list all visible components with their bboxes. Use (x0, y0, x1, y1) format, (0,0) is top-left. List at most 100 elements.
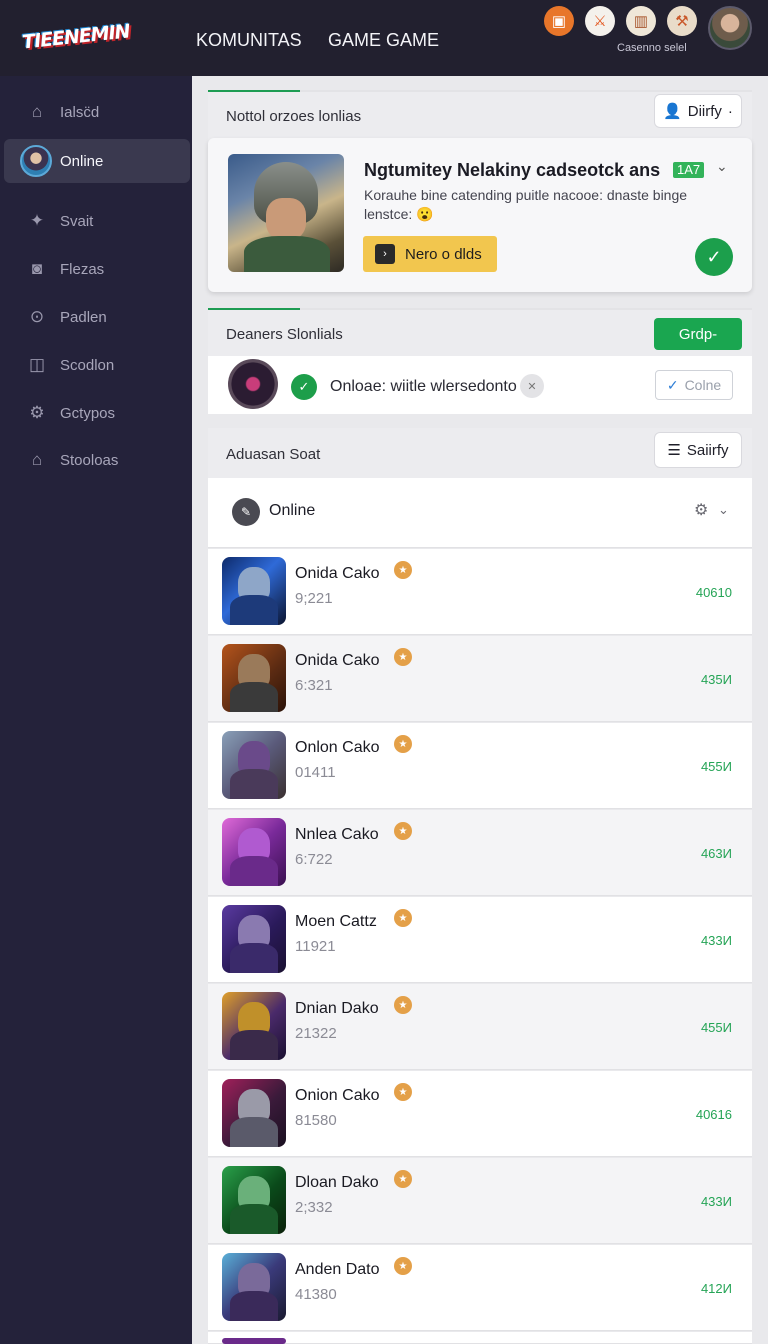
chevron-down-icon[interactable]: ⌄ (716, 158, 728, 175)
torso-shape (230, 1030, 278, 1060)
online-button[interactable]: ✓ Colne (655, 370, 733, 400)
house-icon: ⌂ (31, 450, 43, 469)
sidebar-item-home[interactable]: ⌂ Ialsc̈d (0, 90, 190, 134)
game-count: 6:321 (295, 677, 333, 694)
sidebar-item-online[interactable]: Online (4, 139, 190, 183)
section-accent (208, 90, 300, 92)
torso-shape (230, 682, 278, 712)
nav-komunitas[interactable]: KOMUNITAS (196, 30, 302, 51)
list-item[interactable]: Onlon Cako 01411 ★ 455И (208, 723, 752, 809)
game-thumbnail (222, 905, 286, 973)
torso-shape (230, 769, 278, 799)
dirty-button[interactable]: 👤 Diirfy · (654, 94, 742, 128)
game-score: 433И (700, 1194, 732, 1209)
armor-shape (244, 236, 330, 272)
medal-icon: ★ (394, 996, 412, 1014)
hammer-icon[interactable]: ⚒ (667, 6, 697, 36)
game-score: 463И (700, 846, 732, 861)
game-score: 40616 (695, 1107, 732, 1122)
game-thumbnail (222, 557, 286, 625)
game-count: 01411 (295, 764, 336, 781)
list-item[interactable]: Nnlea Cako 6:722 ★ 463И (208, 810, 752, 896)
brand-logo[interactable]: TIEENEMIN (14, 10, 130, 66)
friend-row[interactable]: ✓ Onloae: wiitle wlersedonto ✕ ✓ Colne (208, 356, 752, 414)
list-item-partial[interactable] (208, 1332, 752, 1344)
sidebar-item-gctypos[interactable]: ⚙ Gctypos (0, 391, 190, 435)
user-icon: 👤 (663, 103, 682, 120)
game-count: 9;221 (295, 590, 333, 607)
list-item[interactable]: Anden Dato 41380 ★ 412И (208, 1245, 752, 1331)
check-icon[interactable]: ✓ (695, 238, 733, 276)
sparkle-icon: ✦ (29, 211, 45, 230)
list-item[interactable]: Onion Cako 81580 ★ 40616 (208, 1071, 752, 1157)
game-count: 6:722 (295, 851, 333, 868)
sidebar-item-label: Online (60, 152, 104, 170)
game-thumbnail (222, 992, 286, 1060)
list-item[interactable]: Onida Cako 9;221 ★ 40610 (208, 549, 752, 635)
featured-card[interactable]: Ngtumitey Nelakiny cadseotck ans 1A7 ⌄ K… (208, 138, 752, 292)
list-filter-row[interactable]: ✎ Online ⚙ ⌄ (208, 478, 752, 548)
sidebar-item-stooloas[interactable]: ⌂ Stooloas (0, 438, 190, 482)
online-status-icon: ✓ (291, 374, 317, 400)
sidebar-item-svait[interactable]: ✦ Svait (0, 199, 190, 243)
game-count: 21322 (295, 1025, 337, 1042)
sidebar-item-label: Ialsc̈d (60, 103, 100, 121)
group-button[interactable]: Grdp- (654, 318, 742, 350)
sidebar-item-flezas[interactable]: ◙ Flezas (0, 247, 190, 291)
section-title: Deaners Slonlials (226, 326, 343, 343)
sidebar: ⌂ Ialsc̈d Online ✦ Svait ◙ Flezas ⊙ Padl… (0, 76, 192, 1344)
featured-cta-label: Nero o dlds (405, 245, 482, 263)
main-content: Nottol orzoes lonlias 👤 Diirfy · Ngtumit… (192, 76, 768, 1344)
game-score: 455И (700, 1020, 732, 1035)
section-title: Nottol orzoes lonlias (226, 108, 362, 125)
list-item[interactable]: Dnian Dako 21322 ★ 455И (208, 984, 752, 1070)
list-item[interactable]: Onida Cako 6:321 ★ 435И (208, 636, 752, 722)
game-name: Onlon Cako (295, 739, 380, 756)
sort-button[interactable]: ☰ Saiirfy (654, 432, 742, 468)
sort-button-label: Saiirfy (686, 441, 729, 459)
section-title: Aduasan Soat (226, 446, 321, 463)
list-item[interactable]: Dloan Dako 2;332 ★ 433И (208, 1158, 752, 1244)
game-score: 40610 (695, 585, 732, 600)
user-avatar[interactable] (708, 6, 752, 50)
nav-game[interactable]: GAME GAME (328, 30, 439, 51)
filter-icon: ✎ (232, 498, 260, 526)
featured-game-image[interactable] (228, 154, 344, 272)
game-thumbnail (222, 644, 286, 712)
chevron-right-icon: › (375, 244, 395, 264)
game-name: Dnian Dako (295, 1000, 379, 1017)
list-icon: ☰ (667, 442, 681, 459)
gear-icon[interactable]: ⚙ (694, 500, 708, 520)
torso-shape (230, 856, 278, 886)
medal-icon: ★ (394, 1170, 412, 1188)
gift-icon[interactable]: ▥ (626, 6, 656, 36)
torso-shape (230, 943, 278, 973)
sidebar-item-padlen[interactable]: ⊙ Padlen (0, 295, 190, 339)
face-shape (266, 198, 306, 240)
medal-icon: ★ (394, 648, 412, 666)
coin-icon: ⊙ (29, 307, 45, 326)
torso-shape (230, 1117, 278, 1147)
game-name: Dloan Dako (295, 1174, 379, 1191)
section-accent (208, 308, 300, 310)
featured-cta-button[interactable]: › Nero o dlds (363, 236, 497, 272)
game-name: Anden Dato (295, 1261, 380, 1278)
friend-status-text: Onloae: wiitle wlersedonto (330, 378, 517, 395)
avatar (228, 359, 278, 409)
game-thumbnail (222, 1079, 286, 1147)
sidebar-item-scodlon[interactable]: ◫ Scodlon (0, 343, 190, 387)
list-item[interactable]: Moen Cattz 11921 ★ 433И (208, 897, 752, 983)
online-button-label: Colne (684, 377, 722, 393)
game-thumbnail (222, 1166, 286, 1234)
sword-icon[interactable]: ⚔ (585, 6, 615, 36)
close-icon[interactable]: ✕ (520, 374, 544, 398)
square-icon: ◫ (28, 355, 46, 374)
game-count: 41380 (295, 1286, 337, 1303)
home-icon: ⌂ (31, 102, 43, 121)
game-thumbnail (222, 1253, 286, 1321)
game-thumbnail (222, 1338, 286, 1344)
filter-label: Online (269, 502, 316, 519)
torso-shape (230, 595, 278, 625)
chevron-down-icon[interactable]: ⌄ (718, 502, 729, 518)
notification-icon[interactable]: ▣ (544, 6, 574, 36)
